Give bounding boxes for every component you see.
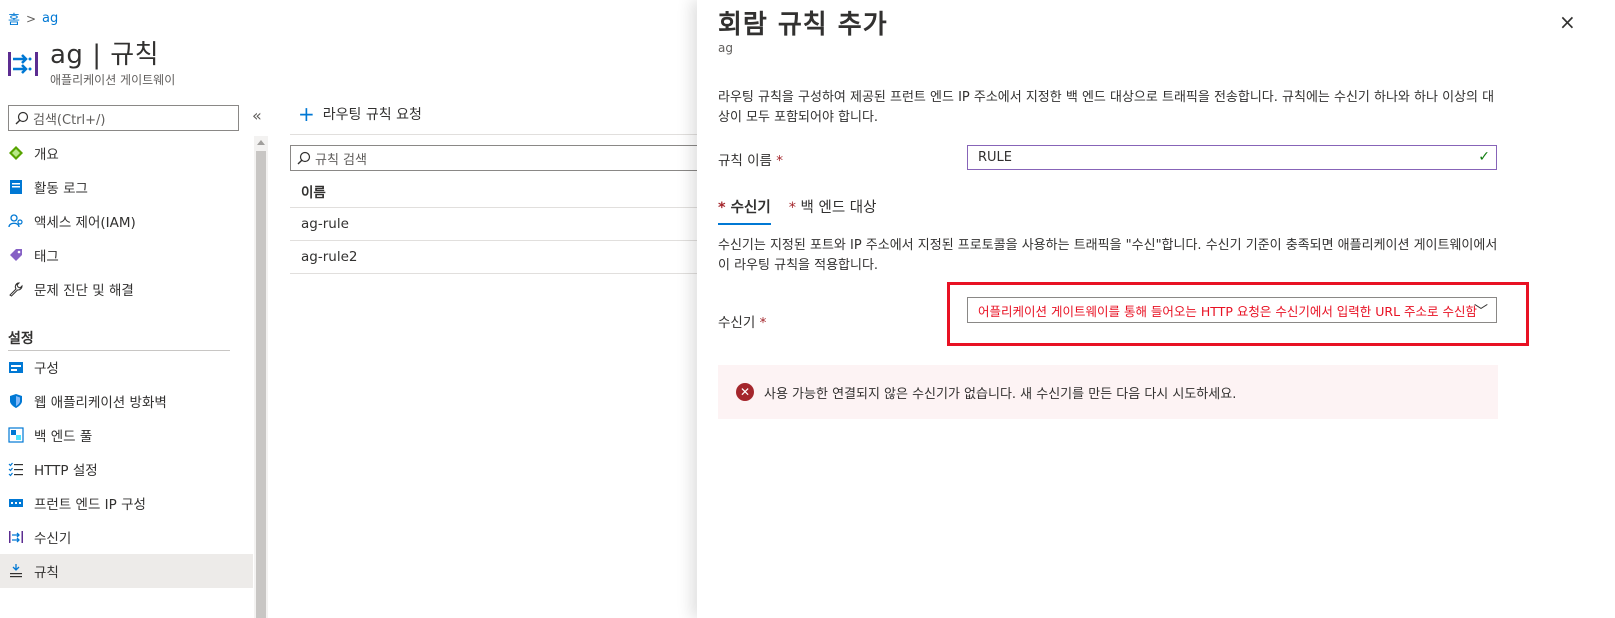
sidebar-item-label: 프런트 엔드 IP 구성 [34, 497, 146, 513]
sidebar-scrollbar[interactable] [254, 136, 268, 618]
table-row[interactable]: ag-rule [290, 208, 700, 241]
required-mark: * [718, 200, 726, 216]
breadcrumb-home-link[interactable]: 홈 [8, 9, 20, 28]
search-icon [297, 151, 311, 165]
sidebar-item-waf[interactable]: 웹 애플리케이션 방화벽 [0, 384, 253, 418]
sidebar-item-label: 태그 [34, 249, 59, 265]
sidebar-item-frontend-ip[interactable]: 프런트 엔드 IP 구성 [0, 486, 253, 520]
tag-icon [8, 247, 24, 263]
sidebar-item-label: 문제 진단 및 해결 [34, 283, 134, 299]
plus-icon: + [298, 102, 315, 126]
required-mark: * [788, 200, 796, 216]
sidebar-search-placeholder: 검색(Ctrl+/) [33, 112, 106, 128]
collapse-sidebar-button[interactable]: « [252, 106, 262, 125]
sidebar-item-overview[interactable]: 개요 [0, 136, 253, 170]
tab-backend-targets[interactable]: * 백 엔드 대상 [789, 196, 877, 223]
add-routing-rule-label: 라우팅 규칙 요청 [322, 107, 422, 123]
sidebar-item-backend-pool[interactable]: 백 엔드 풀 [0, 418, 253, 452]
search-icon [15, 111, 29, 125]
page-title: ag | 규칙 [50, 40, 160, 70]
listener-description: 수신기는 지정된 포트와 IP 주소에서 지정된 프로토콜을 사용하는 트래픽을… [718, 238, 1498, 273]
scrollbar-thumb[interactable] [256, 151, 266, 618]
sidebar-section-settings: 설정 [8, 331, 34, 347]
access-control-icon [8, 213, 24, 229]
sidebar-item-label: 액세스 제어(IAM) [34, 215, 136, 231]
sidebar-item-label: 활동 로그 [34, 181, 88, 197]
application-gateway-icon [8, 52, 38, 76]
breadcrumb: 홈 > ag [8, 9, 58, 28]
listener-label: 수신기 * [718, 311, 766, 331]
rule-filter-input[interactable]: 규칙 검색 [290, 145, 710, 171]
breadcrumb-current-link[interactable]: ag [42, 11, 58, 26]
sidebar-item-http-settings[interactable]: HTTP 설정 [0, 452, 253, 486]
tab-listener[interactable]: * 수신기 [718, 196, 771, 225]
rule-name-label-text: 규칙 이름 [718, 153, 772, 169]
rule-filter-placeholder: 규칙 검색 [315, 152, 367, 168]
toolbar-divider [290, 134, 700, 135]
sidebar-search-input[interactable]: 검색(Ctrl+/) [8, 105, 239, 131]
sidebar-item-listeners[interactable]: 수신기 [0, 520, 253, 554]
tab-backend-targets-label: 백 엔드 대상 [800, 200, 877, 216]
page-subtitle: 애플리케이션 게이트웨이 [50, 73, 176, 87]
panel-description: 라우팅 규칙을 구성하여 제공된 프런트 엔드 IP 주소에서 지정한 백 엔드… [718, 90, 1495, 125]
rule-name-label: 규칙 이름 * [718, 149, 783, 169]
error-message-text: 사용 가능한 연결되지 않은 수신기가 없습니다. 새 수신기를 만든 다음 다… [764, 386, 1237, 402]
sidebar-item-access-control[interactable]: 액세스 제어(IAM) [0, 204, 253, 238]
wrench-icon [8, 281, 24, 297]
listener-label-text: 수신기 [718, 315, 756, 331]
sidebar-item-activity-log[interactable]: 활동 로그 [0, 170, 253, 204]
panel-title: 회람 규칙 추가 [718, 10, 888, 40]
tab-listener-label: 수신기 [730, 200, 771, 216]
required-mark: * [776, 153, 784, 169]
sidebar-item-label: 개요 [34, 147, 59, 163]
panel-subtitle: ag [718, 41, 733, 55]
add-routing-rule-button[interactable]: + 라우팅 규칙 요청 [298, 104, 422, 124]
checkmark-icon: ✓ [1478, 149, 1490, 165]
scroll-up-arrow-icon[interactable] [257, 140, 265, 145]
sidebar-item-label: HTTP 설정 [34, 463, 98, 479]
sidebar-item-rules[interactable]: 규칙 [0, 554, 253, 588]
sidebar-item-label: 웹 애플리케이션 방화벽 [34, 395, 167, 411]
frontend-ip-icon [8, 495, 24, 511]
rule-name-input[interactable]: RULE ✓ [967, 145, 1497, 170]
backend-pool-icon [8, 427, 24, 443]
sidebar-item-diagnose[interactable]: 문제 진단 및 해결 [0, 272, 253, 306]
error-icon: ✕ [736, 383, 754, 401]
sidebar: 개요 활동 로그 액세스 제어(IAM) 태그 문제 진단 및 해결 설정 구성… [0, 136, 262, 618]
sidebar-item-label: 수신기 [34, 531, 72, 547]
sidebar-item-configuration[interactable]: 구성 [0, 350, 253, 384]
rule-name-value: RULE [978, 150, 1013, 165]
list-icon [8, 461, 24, 477]
close-icon[interactable]: × [1559, 10, 1576, 34]
table-row[interactable]: ag-rule2 [290, 241, 700, 274]
sidebar-item-tags[interactable]: 태그 [0, 238, 253, 272]
sidebar-item-label: 규칙 [34, 565, 59, 581]
listener-icon [8, 529, 24, 545]
breadcrumb-separator: > [25, 11, 37, 26]
required-mark: * [759, 315, 767, 331]
rules-icon [8, 563, 24, 579]
table-header-name[interactable]: 이름 [290, 174, 700, 208]
panel-tabs: * 수신기 * 백 엔드 대상 [718, 196, 877, 225]
overview-icon [8, 145, 24, 161]
sidebar-item-label: 백 엔드 풀 [34, 429, 93, 445]
shield-icon [8, 393, 24, 409]
config-icon [8, 359, 24, 375]
sidebar-item-label: 구성 [34, 361, 59, 377]
error-message-box: ✕ 사용 가능한 연결되지 않은 수신기가 없습니다. 새 수신기를 만든 다음… [718, 365, 1498, 419]
activity-log-icon [8, 179, 24, 195]
highlight-box [947, 282, 1529, 346]
